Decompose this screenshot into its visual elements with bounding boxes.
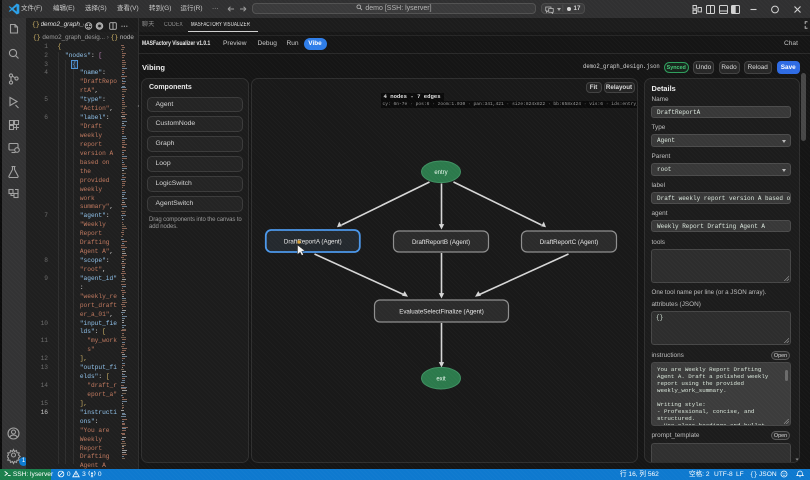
- svg-text:entry: entry: [434, 170, 447, 176]
- svg-text:exit: exit: [436, 377, 446, 383]
- svg-text:EvaluateSelectFinalize (Agent): EvaluateSelectFinalize (Agent): [399, 309, 484, 316]
- svg-text:DraftReportA (Agent): DraftReportA (Agent): [283, 239, 341, 246]
- svg-text:DraftReportB (Agent): DraftReportB (Agent): [411, 239, 469, 246]
- svg-text:DraftReportC (Agent): DraftReportC (Agent): [539, 239, 597, 246]
